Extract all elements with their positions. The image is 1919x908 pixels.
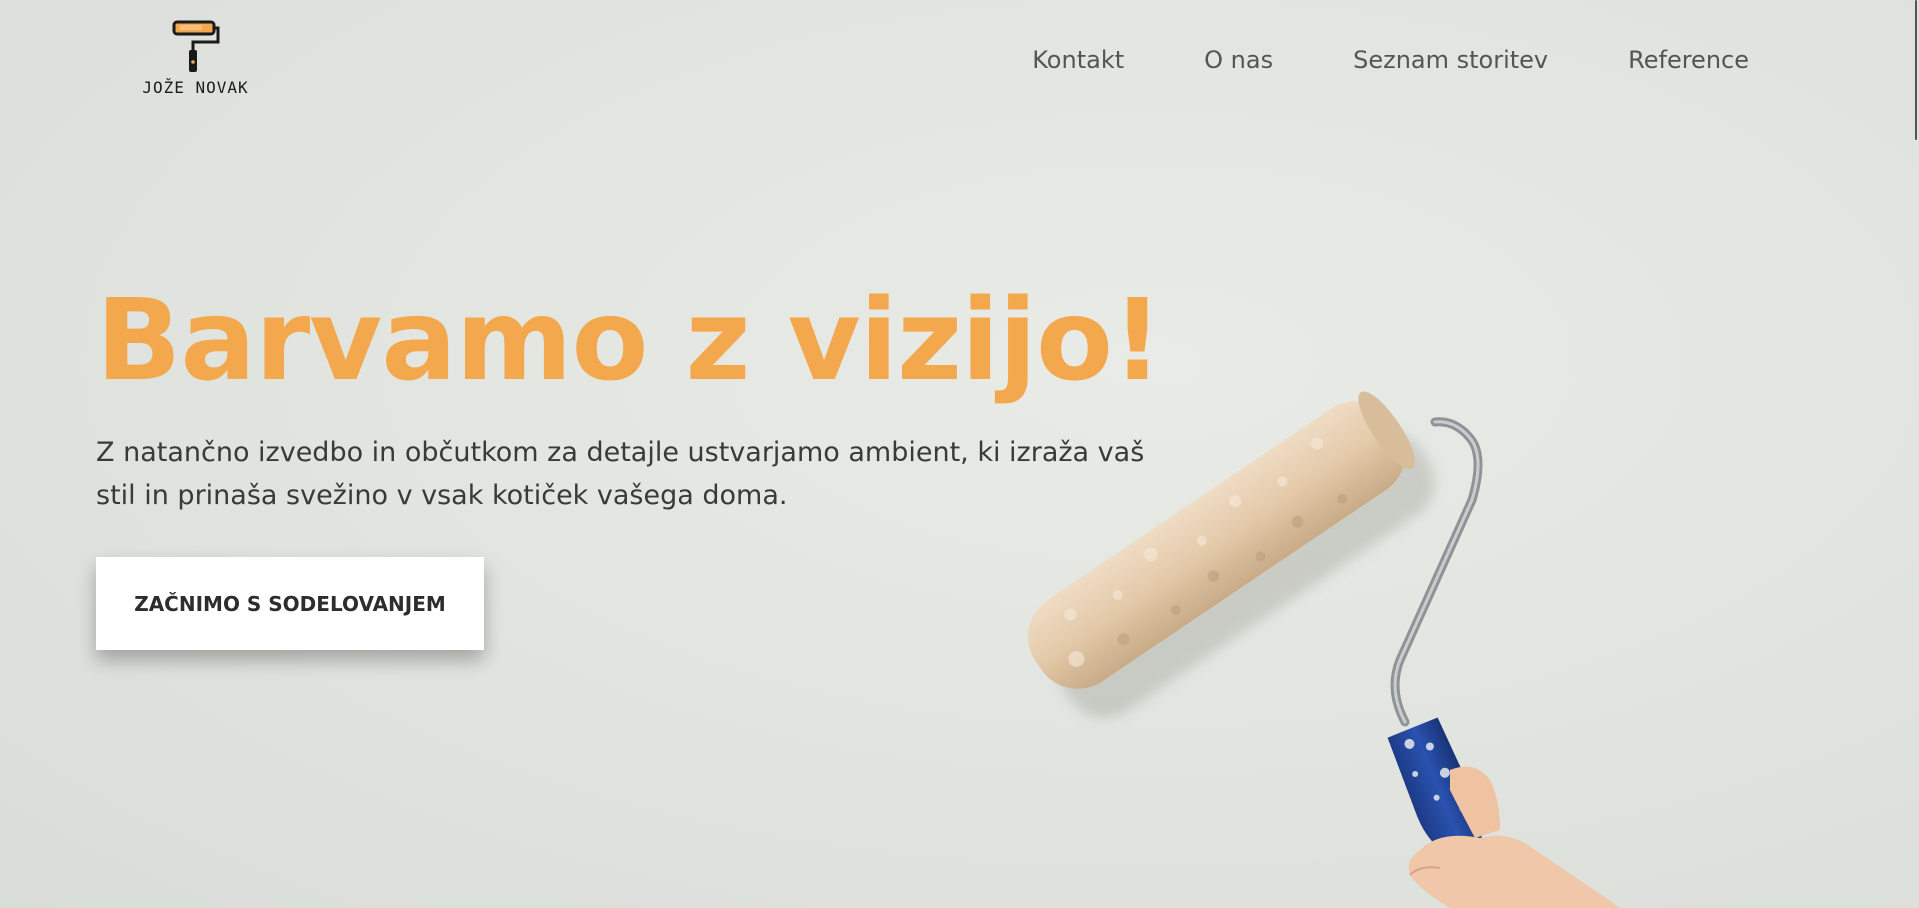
cta-button[interactable]: ZAČNIMO S SODELOVANJEM	[96, 557, 484, 650]
brand-name: JOŽE NOVAK	[142, 78, 249, 97]
nav-item-o-nas[interactable]: O nas	[1204, 46, 1273, 74]
scrollbar[interactable]	[1913, 0, 1919, 908]
page: JOŽE NOVAK Kontakt O nas Seznam storitev…	[0, 0, 1919, 908]
nav-item-seznam-storitev[interactable]: Seznam storitev	[1353, 46, 1548, 74]
nav-item-reference[interactable]: Reference	[1628, 46, 1749, 74]
scrollbar-thumb[interactable]	[1915, 0, 1917, 140]
brand-logo[interactable]: JOŽE NOVAK	[138, 20, 253, 100]
paint-roller-icon	[172, 20, 219, 72]
paint-roller-image	[1028, 391, 1620, 908]
nav-item-kontakt[interactable]: Kontakt	[1032, 46, 1124, 74]
main-nav: Kontakt O nas Seznam storitev Reference	[1032, 46, 1749, 74]
